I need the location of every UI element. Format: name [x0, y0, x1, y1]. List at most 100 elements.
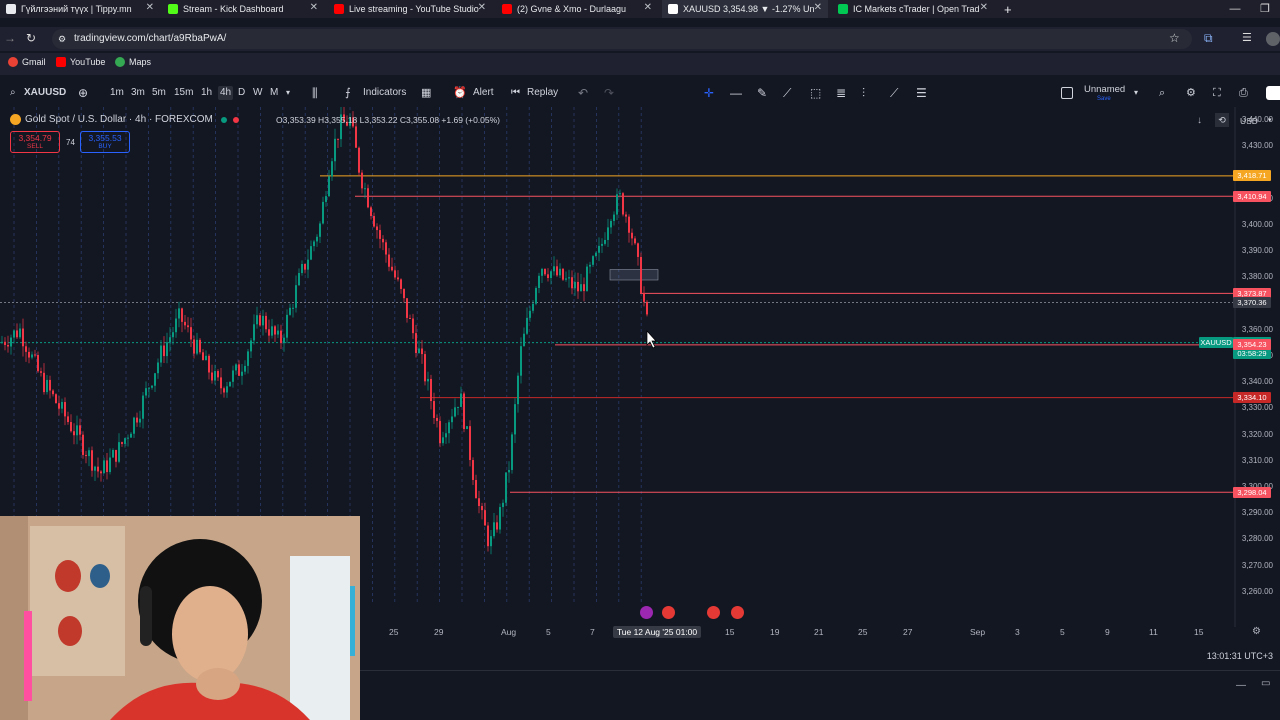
price-tick: 3,380.00 [1241, 272, 1273, 282]
chevron-down-icon[interactable]: ▾ [1134, 86, 1138, 100]
ray-icon[interactable]: ⟋ [783, 86, 791, 100]
templates-icon[interactable]: ▦ [421, 86, 431, 100]
person-hand [196, 668, 240, 700]
interval-4h[interactable]: 4h [218, 86, 234, 100]
settings-icon[interactable]: ⚙ [1186, 86, 1196, 100]
new-tab-button[interactable]: + [998, 0, 1018, 18]
sync-icon[interactable]: ⟲ [1215, 113, 1229, 127]
crosshair-icon[interactable]: ✛ [704, 86, 714, 100]
interval-d[interactable]: D [238, 86, 245, 100]
sell-label: SELL [27, 143, 43, 150]
utc-clock[interactable]: 13:01:31 UTC+3 [1207, 651, 1273, 661]
indicators-button[interactable]: Indicators [363, 86, 406, 100]
alert-button[interactable]: Alert [473, 86, 494, 100]
profile-avatar[interactable] [1266, 32, 1280, 46]
price-axis[interactable] [1235, 107, 1280, 627]
candle-body [478, 498, 480, 507]
redo-icon[interactable]: ↷ [604, 86, 614, 100]
camera-icon[interactable]: ⎙ [1239, 86, 1248, 100]
trend-line-icon[interactable]: ― [730, 86, 742, 100]
site-info-icon[interactable]: ⚙ [58, 29, 66, 49]
sell-button[interactable]: 3,354.79 SELL [10, 131, 60, 153]
brush-icon[interactable]: ⟋ [890, 86, 898, 100]
price-level-label[interactable]: 3,418.71 [1233, 170, 1271, 182]
interval-w[interactable]: W [253, 86, 262, 100]
candle-body [511, 434, 513, 470]
axis-settings-icon[interactable]: ⚙ [1252, 626, 1261, 637]
bookmark-maps[interactable]: Maps [115, 57, 151, 67]
close-icon[interactable]: ✕ [814, 2, 822, 13]
interval-1m[interactable]: 1m [110, 86, 124, 100]
price-level-label[interactable]: 3,354.23 [1233, 339, 1271, 351]
interval-m[interactable]: M [270, 86, 278, 100]
chevron-down-icon[interactable]: ▾ [286, 86, 290, 100]
price-level-label[interactable]: 3,298.04 [1233, 486, 1271, 498]
close-icon[interactable]: ✕ [644, 2, 652, 13]
fullscreen-icon[interactable]: ⛶ [1213, 86, 1221, 100]
fib-icon[interactable]: ≣ [836, 86, 846, 100]
extensions-icon[interactable]: ⧉ [1204, 31, 1213, 46]
rectangle-icon[interactable]: ⬚ [810, 86, 821, 100]
candle-body [172, 332, 174, 338]
close-icon[interactable]: ✕ [146, 2, 154, 13]
browser-tab-active[interactable]: XAUUSD 3,354.98 ▼ -1.27% Un ✕ [662, 0, 828, 18]
bookmark-gmail[interactable]: Gmail [8, 57, 46, 67]
candle-body [28, 351, 30, 358]
forward-icon[interactable]: → [4, 31, 16, 45]
price-level-label[interactable]: 3,410.94 [1233, 190, 1271, 202]
patterns-icon[interactable]: ⫶ [862, 86, 865, 100]
price-level-label[interactable]: 3,334.10 [1233, 392, 1271, 404]
pen-icon[interactable]: ✎ [757, 86, 767, 100]
legend-title[interactable]: Gold Spot / U.S. Dollar · 4h · FOREXCOM [25, 114, 213, 125]
browser-tab[interactable]: Гүйлгээний түүх | Tippy.mn ✕ [0, 0, 160, 18]
quick-search-icon[interactable]: ⌕ [1159, 86, 1165, 100]
event-us-flag-icon[interactable] [731, 606, 744, 619]
close-icon[interactable]: ✕ [980, 2, 988, 13]
reading-list-icon[interactable]: ☰ [1242, 31, 1252, 44]
close-icon[interactable]: ✕ [310, 2, 318, 13]
url-field[interactable]: ⚙ tradingview.com/chart/a9RbaPwA/ [52, 29, 1192, 49]
layout-save-label[interactable]: Save [1097, 92, 1111, 106]
time-axis[interactable]: 25 29 Aug 5 7 15 19 21 25 27 Sep 3 5 9 11 15 [360, 625, 1240, 639]
browser-tab[interactable]: Live streaming - YouTube Studio ✕ [328, 0, 492, 18]
bookmark-youtube[interactable]: YouTube [56, 57, 105, 67]
bookmark-star-icon[interactable]: ☆ [1169, 31, 1180, 45]
interval-1h[interactable]: 1h [201, 86, 212, 100]
close-icon[interactable]: ✕ [478, 2, 486, 13]
candle-type-icon[interactable]: ⫼ [312, 86, 318, 100]
candle-body [151, 385, 153, 388]
price-tick: 3,340.00 [1241, 377, 1273, 387]
chevron-down-icon[interactable]: ▾ [1268, 116, 1272, 124]
maximize-icon[interactable]: ❐ [1250, 0, 1280, 18]
browser-tab[interactable]: IC Markets cTrader | Open Trad ✕ [832, 0, 994, 18]
horizontal-levels[interactable] [0, 175, 1235, 493]
minimize-icon[interactable]: — [1220, 0, 1250, 18]
event-us-flag-icon[interactable] [707, 606, 720, 619]
compare-symbol-icon[interactable]: ⊕ [78, 86, 88, 100]
alert-icon[interactable]: ⏰ [453, 86, 467, 100]
minimize-panel-icon[interactable]: — [1236, 680, 1246, 691]
scroll-down-icon[interactable]: ↓ [1197, 115, 1202, 126]
interval-15m[interactable]: 15m [174, 86, 193, 100]
undo-icon[interactable]: ↶ [578, 86, 588, 100]
browser-tab[interactable]: (2) Gvne & Xmo - Durlaagu ✕ [496, 0, 658, 18]
replay-icon[interactable]: ⏮ [511, 86, 520, 100]
interval-3m[interactable]: 3m [131, 86, 145, 100]
publish-button[interactable] [1266, 86, 1280, 100]
maximize-panel-icon[interactable]: ▭ [1261, 678, 1270, 689]
event-us-flag-icon[interactable] [662, 606, 675, 619]
search-icon[interactable]: ⌕ [10, 86, 16, 100]
menu-icon[interactable]: ☰ [916, 86, 927, 100]
price-level-label[interactable]: 3,370.36 [1233, 297, 1271, 309]
buy-button[interactable]: 3,355.53 BUY [80, 131, 130, 153]
replay-button[interactable]: Replay [527, 86, 558, 100]
currency-selector[interactable]: USD [1240, 116, 1258, 126]
layout-checkbox[interactable] [1061, 87, 1073, 99]
indicators-icon[interactable]: ⨍ [345, 86, 351, 100]
symbol-search[interactable]: XAUUSD [24, 86, 66, 100]
interval-5m[interactable]: 5m [152, 86, 166, 100]
reload-icon[interactable]: ↻ [26, 31, 36, 45]
event-flash-icon[interactable] [640, 606, 653, 619]
browser-tab[interactable]: Stream - Kick Dashboard ✕ [162, 0, 324, 18]
candle-body [226, 386, 228, 393]
